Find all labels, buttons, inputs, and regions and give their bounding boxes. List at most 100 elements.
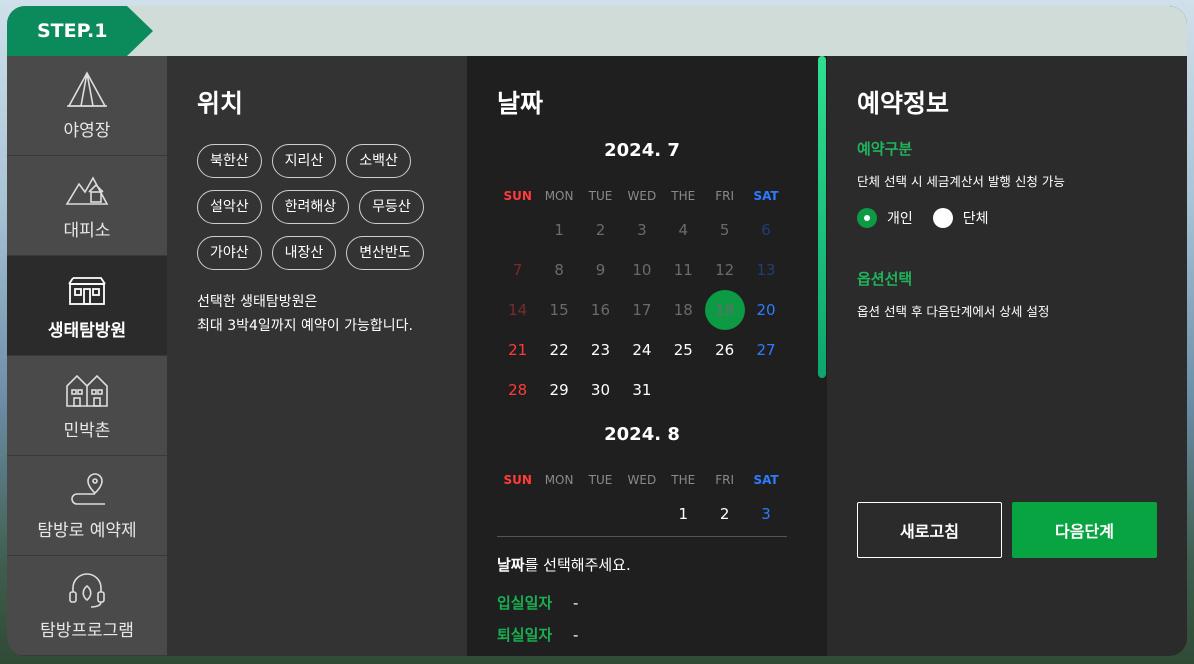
nav-item-minbak[interactable]: 민박촌 <box>7 356 167 456</box>
calendar-day[interactable]: 13 <box>745 250 786 290</box>
tent-icon <box>65 70 109 110</box>
calendar-day-number: 3 <box>761 505 771 523</box>
reservation-type-label: 예약구분 <box>857 140 913 158</box>
calendar-day[interactable]: 3 <box>745 494 786 534</box>
calendar-day[interactable]: 5 <box>704 210 745 250</box>
calendar-day-number: 30 <box>590 381 611 399</box>
calendar-scrollbar[interactable] <box>817 56 827 656</box>
weekday-label: MON <box>544 189 574 203</box>
location-note-line: 선택한 생태탐방원은 <box>197 294 318 310</box>
location-chip[interactable]: 가야산 <box>197 236 262 270</box>
refresh-button[interactable]: 새로고침 <box>857 502 1002 558</box>
step-bar: STEP.1 <box>7 6 1187 56</box>
option-select-desc: 옵션 선택 후 다음단계에서 상세 설정 <box>857 304 1050 319</box>
calendar-day[interactable]: 20 <box>745 290 786 330</box>
calendar-days: 1 2 3 <box>497 494 787 534</box>
trail-route-icon <box>65 470 109 510</box>
calendar-day[interactable]: 18 <box>663 290 704 330</box>
calendar-day[interactable]: 2 <box>580 210 621 250</box>
calendar-day[interactable]: 28 <box>497 370 538 410</box>
calendar-day[interactable]: 31 <box>621 370 662 410</box>
location-chip[interactable]: 내장산 <box>271 236 337 270</box>
scrollbar-thumb[interactable] <box>818 56 826 378</box>
calendar-day[interactable]: 26 <box>704 330 745 370</box>
calendar-month: 2024. 8 SUN MON TUE WED THE FRI SAT 1 2 3 <box>497 424 787 534</box>
calendar-day-number: 1 <box>678 505 689 523</box>
calendar-day[interactable]: 8 <box>538 250 579 290</box>
weekday-label: SUN <box>503 473 532 487</box>
calendar-day[interactable]: 19 <box>704 290 746 330</box>
calendar-day[interactable]: 30 <box>580 370 621 410</box>
location-note-line: 최대 3박4일까지 예약이 가능합니다. <box>197 318 413 334</box>
date-select-prompt: 날짜를 선택해주세요. <box>497 554 631 575</box>
calendar-day[interactable]: 17 <box>621 290 662 330</box>
info-title: 예약정보 <box>857 89 950 118</box>
calendar-day-number: 2 <box>719 505 730 523</box>
calendar-day[interactable]: 11 <box>663 250 704 290</box>
radio-individual[interactable]: 개인 <box>857 208 913 228</box>
calendar-day-number: 25 <box>673 341 693 359</box>
calendar-day-number: 19 <box>715 301 735 319</box>
calendar-empty-cell <box>497 210 538 250</box>
calendar-day[interactable]: 10 <box>621 250 662 290</box>
location-note: 선택한 생태탐방원은 최대 3박4일까지 예약이 가능합니다. <box>197 290 437 338</box>
radio-unchecked-icon <box>932 208 953 228</box>
nav-item-eco-center[interactable]: 생태탐방원 <box>7 256 167 356</box>
date-title: 날짜 <box>497 89 544 118</box>
calendar-day[interactable]: 27 <box>745 330 786 370</box>
calendar-day-number: 24 <box>632 341 652 359</box>
step-label: STEP.1 <box>7 6 153 56</box>
nav-item-shelter[interactable]: 대피소 <box>7 156 167 256</box>
checkin-label: 입실일자 <box>497 594 553 612</box>
calendar-day-number: 7 <box>512 261 523 279</box>
calendar-day[interactable]: 7 <box>497 250 538 290</box>
calendar-day[interactable]: 6 <box>745 210 786 250</box>
calendar-day[interactable]: 12 <box>704 250 745 290</box>
calendar-day[interactable]: 22 <box>538 330 579 370</box>
houses-icon <box>65 370 109 410</box>
calendar-scroll-area[interactable]: 2024. 7 SUN MON TUE WED THE FRI SAT 1 2 3 4 5 6 7 8 9 10 1… <box>497 136 787 536</box>
nav-label: 탐방프로그램 <box>40 621 134 641</box>
radio-group[interactable]: 단체 <box>932 208 989 228</box>
checkout-row: 퇴실일자 - <box>497 624 578 645</box>
calendar-day[interactable]: 3 <box>621 210 662 250</box>
calendar-days: 1 2 3 4 5 6 7 8 9 10 11 12 13 14 15 16 17 18 19 20 21 22 23 24 2… <box>497 210 787 410</box>
calendar-day[interactable]: 2 <box>704 494 745 534</box>
weekday-header: SUN MON TUE WED THE FRI SAT <box>497 456 787 494</box>
calendar-day[interactable]: 15 <box>538 290 579 330</box>
calendar-day[interactable]: 23 <box>580 330 621 370</box>
calendar-day-number: 12 <box>715 261 735 279</box>
calendar-day[interactable]: 21 <box>497 330 538 370</box>
calendar-day-number: 6 <box>761 221 771 239</box>
location-chip[interactable]: 무등산 <box>359 190 424 224</box>
calendar-day[interactable]: 1 <box>538 210 579 250</box>
calendar-day[interactable]: 29 <box>538 370 579 410</box>
weekday-label: FRI <box>715 473 735 487</box>
nav-label: 생태탐방원 <box>47 321 127 341</box>
location-chip[interactable]: 지리산 <box>271 144 337 178</box>
calendar-day[interactable]: 24 <box>621 330 662 370</box>
weekday-label: MON <box>544 473 574 487</box>
calendar-day-number: 17 <box>632 301 652 319</box>
location-chip[interactable]: 소백산 <box>346 144 411 178</box>
location-chip[interactable]: 설악산 <box>197 190 262 224</box>
calendar-day[interactable]: 14 <box>497 290 538 330</box>
reservation-panel: STEP.1 야영장 대피소 생태탐방원 민박촌 탐방로 예약제 탐방프로그램 … <box>7 6 1187 656</box>
calendar-day[interactable]: 25 <box>663 330 704 370</box>
calendar-day-number: 3 <box>637 221 647 239</box>
calendar-day-number: 23 <box>590 341 611 359</box>
calendar-day[interactable]: 4 <box>663 210 704 250</box>
location-chip[interactable]: 변산반도 <box>346 236 424 270</box>
location-chip[interactable]: 북한산 <box>197 144 262 178</box>
nav-item-program[interactable]: 탐방프로그램 <box>7 556 167 656</box>
nav-item-trail-reservation[interactable]: 탐방로 예약제 <box>7 456 167 556</box>
calendar-day-number: 5 <box>719 221 730 239</box>
calendar-day[interactable]: 16 <box>580 290 621 330</box>
calendar-day-number: 4 <box>678 221 689 239</box>
location-chip[interactable]: 한려해상 <box>271 190 350 224</box>
calendar-day[interactable]: 9 <box>580 250 621 290</box>
calendar-day[interactable]: 1 <box>663 494 704 534</box>
next-step-button[interactable]: 다음단계 <box>1012 502 1157 558</box>
calendar-day-number: 31 <box>632 381 652 399</box>
nav-item-campsite[interactable]: 야영장 <box>7 56 167 156</box>
